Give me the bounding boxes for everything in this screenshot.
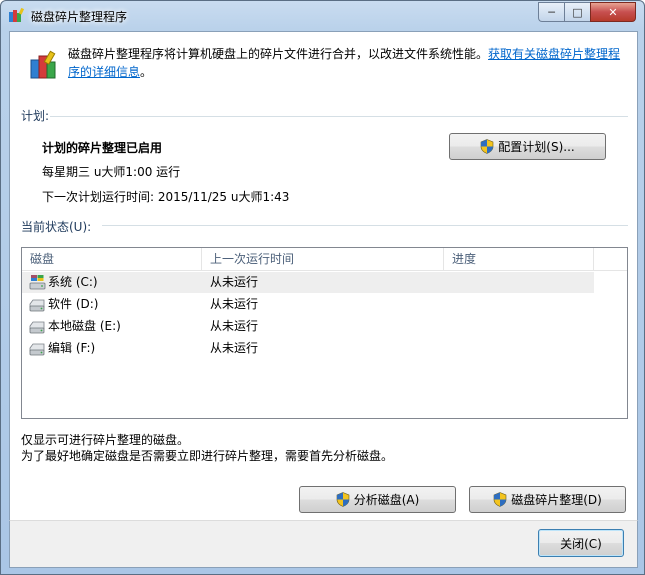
last-run-value: 从未运行 <box>210 275 259 289</box>
title-bar[interactable]: 磁盘碎片整理程序 ─ □ ✕ <box>1 1 644 31</box>
disk-list[interactable]: 磁盘 上一次运行时间 进度 系统 (C:) 从未运行 软件 (D:) 从未运行 … <box>21 247 628 419</box>
hard-drive-icon <box>29 299 45 312</box>
info-note-2: 为了最好地确定磁盘是否需要立即进行碎片整理，需要首先分析磁盘。 <box>21 449 394 463</box>
disk-row-d[interactable]: 软件 (D:) 从未运行 <box>22 294 594 315</box>
client-area: 磁盘碎片整理程序将计算机硬盘上的碎片文件进行合并，以改进文件系统性能。获取有关磁… <box>9 31 638 521</box>
column-header-disk[interactable]: 磁盘 <box>22 248 202 270</box>
column-header-last-run[interactable]: 上一次运行时间 <box>202 248 444 270</box>
uac-shield-icon <box>480 139 494 154</box>
last-run-value: 从未运行 <box>210 297 259 311</box>
disk-name: 编辑 (F:) <box>48 341 96 355</box>
disk-name: 本地磁盘 (E:) <box>48 319 121 333</box>
uac-shield-icon <box>493 492 507 507</box>
column-header-progress[interactable]: 进度 <box>444 248 594 270</box>
configure-schedule-button[interactable]: 配置计划(S)... <box>449 133 606 160</box>
schedule-frequency: 每星期三 u大师1:00 运行 <box>42 165 181 179</box>
disk-name: 系统 (C:) <box>48 275 98 289</box>
next-run-time: 下一次计划运行时间: 2015/11/25 u大师1:43 <box>42 190 290 204</box>
disk-list-header: 磁盘 上一次运行时间 进度 <box>22 248 627 271</box>
hard-drive-icon <box>29 343 45 356</box>
intro-text: 磁盘碎片整理程序将计算机硬盘上的碎片文件进行合并，以改进文件系统性能。获取有关磁… <box>68 45 628 81</box>
analyze-disk-label: 分析磁盘(A) <box>353 493 420 507</box>
close-button[interactable]: 关闭(C) <box>538 529 624 557</box>
hard-drive-icon <box>29 321 45 334</box>
disk-row-f[interactable]: 编辑 (F:) 从未运行 <box>22 338 594 359</box>
uac-shield-icon <box>336 492 350 507</box>
system-drive-icon <box>29 275 46 290</box>
last-run-value: 从未运行 <box>210 341 259 355</box>
defrag-window: 磁盘碎片整理程序 ─ □ ✕ 磁盘碎片整理程序将计算机硬盘上的碎片文件进行合并，… <box>0 0 645 575</box>
schedule-status: 计划的碎片整理已启用 <box>42 141 163 155</box>
defrag-app-icon <box>30 50 56 79</box>
intro-tail: 。 <box>140 65 153 79</box>
disk-row-e[interactable]: 本地磁盘 (E:) 从未运行 <box>22 316 594 337</box>
defragment-disk-label: 磁盘碎片整理(D) <box>511 493 602 507</box>
defrag-app-icon <box>9 7 24 22</box>
defragment-disk-button[interactable]: 磁盘碎片整理(D) <box>469 486 626 513</box>
close-window-button[interactable]: ✕ <box>590 2 636 22</box>
info-note-1: 仅显示可进行碎片整理的磁盘。 <box>21 433 190 447</box>
schedule-section-label: 计划: <box>21 109 50 123</box>
configure-schedule-label: 配置计划(S)... <box>498 140 575 154</box>
disk-name: 软件 (D:) <box>48 297 99 311</box>
status-separator <box>102 225 628 226</box>
last-run-value: 从未运行 <box>210 319 259 333</box>
maximize-button[interactable]: □ <box>564 2 590 22</box>
current-status-label: 当前状态(U): <box>21 220 92 234</box>
intro-description: 磁盘碎片整理程序将计算机硬盘上的碎片文件进行合并，以改进文件系统性能。 <box>68 47 489 61</box>
schedule-separator <box>50 116 628 117</box>
disk-row-c[interactable]: 系统 (C:) 从未运行 <box>22 272 594 293</box>
dialog-footer: 关闭(C) <box>9 520 638 568</box>
minimize-button[interactable]: ─ <box>538 2 564 22</box>
analyze-disk-button[interactable]: 分析磁盘(A) <box>299 486 456 513</box>
window-title: 磁盘碎片整理程序 <box>31 10 128 24</box>
